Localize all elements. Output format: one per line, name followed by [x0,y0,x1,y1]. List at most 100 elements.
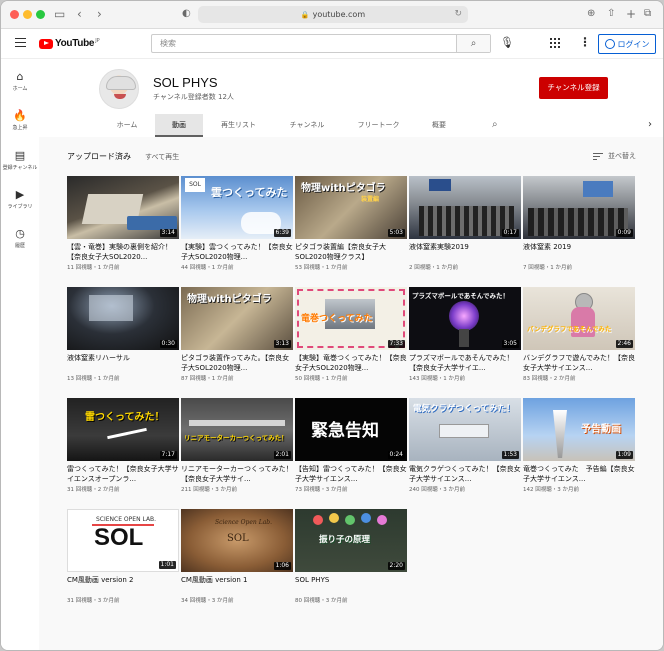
video-title[interactable]: 【実験】雲つくってみた！【奈良女子大SOL2020物理... [181,243,293,262]
video-title[interactable]: CM風動画 version 2 [67,576,179,595]
video-thumbnail[interactable]: 0:09 [523,176,635,239]
tab-home[interactable]: ホーム [99,114,155,137]
video-card[interactable]: Science Open Lab. SOL 1:06 CM風動画 version… [181,509,293,604]
video-title[interactable]: ピタゴラ装置作ってみた。【奈良女子大SOL2020物理... [181,354,293,373]
channel-search-icon[interactable]: ⌕ [492,119,498,130]
address-text: youtube.com [312,10,366,19]
video-title[interactable]: SOL PHYS [295,576,407,595]
video-card[interactable]: 振り子の原理 2:20 SOL PHYS 80 回視聴・3 か月前 [295,509,407,604]
video-thumbnail[interactable]: 3:14 [67,176,179,239]
zoom-window-button[interactable] [36,10,45,19]
video-meta: 83 回視聴・2 か月前 [523,376,576,382]
sidebar-item-home[interactable]: ⌂ ホーム [1,70,39,92]
video-title[interactable]: ピタゴラ装置編【奈良女子大SOL2020物理クラス】 [295,243,407,262]
login-button[interactable]: ログイン [598,34,656,54]
video-card[interactable]: 予告動画 1:09 竜巻つくってみた 予告編【奈良女子大学サイエンス... 14… [523,398,635,493]
video-title[interactable]: 液体窒素実験2019 [409,243,521,262]
tab-discussion[interactable]: フリートーク [340,114,417,137]
thumbnail-subtext: 装置編 [361,196,380,203]
sort-label: 並べ替え [608,152,636,160]
sidebar-item-library[interactable]: ▶ ライブラリ [1,188,39,210]
video-card[interactable]: 0:17 液体窒素実験2019 2 回視聴・1 か月前 [409,176,521,271]
video-thumbnail[interactable]: 雷つくってみた！ 7:17 [67,398,179,461]
video-title[interactable]: 液体窒素リハーサル [67,354,179,373]
search-box[interactable]: 検索 ⌕ [151,34,491,53]
video-title[interactable]: 雷つくってみた！【奈良女子大学サイエンスオープンラ... [67,465,179,484]
video-card[interactable]: 3:14 【雲・竜巻】実験の裏側を紹介！【奈良女子大SOL2020... 11 … [67,176,179,271]
video-card[interactable]: 0:30 液体窒素リハーサル 13 回視聴・1 か月前 [67,287,179,382]
more-options-icon[interactable]: ⋮ [579,35,591,49]
close-window-button[interactable] [10,10,19,19]
video-thumbnail[interactable]: 竜巻つくってみた 7:33 [295,287,407,350]
minimize-window-button[interactable] [23,10,32,19]
privacy-shield-icon[interactable]: ◐ [182,7,191,21]
video-card[interactable]: 緊急告知 0:24 【告知】雷つくってみた！【奈良女子大学サイエンス... 73… [295,398,407,493]
microphone-icon[interactable]: 🎙 [500,36,514,49]
tab-overview-icon[interactable]: ⧉ [644,7,651,21]
video-card[interactable]: 竜巻つくってみた 7:33 【実験】竜巻つくってみた！【奈良女子大SOL2020… [295,287,407,382]
youtube-logo[interactable]: YouTube JP [39,38,100,49]
tab-about[interactable]: 概要 [417,114,461,137]
search-button[interactable]: ⌕ [456,35,490,52]
channel-avatar[interactable] [99,69,139,109]
video-card[interactable]: SCIENCE OPEN LAB. SOL 1:01 CM風動画 version… [67,509,179,604]
tab-videos[interactable]: 動画 [155,114,203,137]
sidebar-item-explore[interactable]: 🔥 急上昇 [1,109,39,131]
video-thumbnail[interactable]: Science Open Lab. SOL 1:06 [181,509,293,572]
video-duration: 1:06 [273,562,291,570]
video-title[interactable]: 竜巻つくってみた 予告編【奈良女子大学サイエンス... [523,465,635,484]
video-card[interactable]: 電気クラゲつくってみた！ 1:53 電気クラゲつくってみた！【奈良女子大学サイエ… [409,398,521,493]
video-thumbnail[interactable]: 物理withピタゴラ 装置編 5:03 [295,176,407,239]
forward-arrow-icon[interactable]: › [97,7,102,21]
video-thumbnail[interactable]: 電気クラゲつくってみた！ 1:53 [409,398,521,461]
video-card[interactable]: 0:09 液体窒素 2019 7 回視聴・1 か月前 [523,176,635,271]
video-duration: 7:33 [387,340,405,348]
video-card[interactable]: バンデグラフであそんでみた 2:46 バンデグラフで遊んでみた！【奈良女子大学サ… [523,287,635,382]
menu-icon[interactable] [15,38,26,47]
video-title[interactable]: 【実験】竜巻つくってみた！【奈良女子大SOL2020物理... [295,354,407,373]
video-title[interactable]: CM風動画 version 1 [181,576,293,595]
tab-playlists[interactable]: 再生リスト [203,114,274,137]
video-thumbnail[interactable]: 緊急告知 0:24 [295,398,407,461]
video-title[interactable]: リニアモーターカーつくってみた！【奈良女子大学サイ... [181,465,293,484]
browser-window: ▭ ‹ › ◐ 🔒 youtube.com ↻ ⊕ ⇧ + ⧉ YouTube J… [0,0,664,651]
video-thumbnail[interactable]: リニアモーターカーつくってみた！ 2:01 [181,398,293,461]
back-arrow-icon[interactable]: ‹ [77,7,82,21]
tab-channels[interactable]: チャンネル [274,114,340,137]
new-tab-icon[interactable]: + [626,7,636,21]
search-input[interactable]: 検索 [160,35,176,52]
video-thumbnail[interactable]: 予告動画 1:09 [523,398,635,461]
apps-grid-icon[interactable] [550,38,560,48]
video-card[interactable]: 雷つくってみた！ 7:17 雷つくってみた！【奈良女子大学サイエンスオープンラ.… [67,398,179,493]
video-title[interactable]: 液体窒素 2019 [523,243,635,262]
sort-button[interactable]: 並べ替え [593,151,636,161]
video-title[interactable]: 【雲・竜巻】実験の裏側を紹介！【奈良女子大SOL2020... [67,243,179,262]
video-title[interactable]: バンデグラフで遊んでみた！【奈良女子大学サイエンス... [523,354,635,373]
video-thumbnail[interactable]: 振り子の原理 2:20 [295,509,407,572]
subscribe-button[interactable]: チャンネル登録 [539,77,608,99]
video-title[interactable]: 【告知】雷つくってみた！【奈良女子大学サイエンス... [295,465,407,484]
video-card[interactable]: プラズマボールであそんでみた！ 3:05 プラズマボールであそんでみた！【奈良女… [409,287,521,382]
video-thumbnail[interactable]: 0:30 [67,287,179,350]
play-all-link[interactable]: すべて再生 [145,152,179,162]
video-thumbnail[interactable]: 物理withピタゴラ 3:13 [181,287,293,350]
video-card[interactable]: リニアモーターカーつくってみた！ 2:01 リニアモーターカーつくってみた！【奈… [181,398,293,493]
address-bar[interactable]: 🔒 youtube.com ↻ [198,6,468,23]
chevron-right-icon[interactable]: › [648,119,652,130]
downloads-icon[interactable]: ⊕ [587,7,595,21]
video-title[interactable]: プラズマボールであそんでみた！【奈良女子大学サイエ... [409,354,521,373]
video-title[interactable]: 電気クラゲつくってみた！【奈良女子大学サイエンス... [409,465,521,484]
video-thumbnail[interactable]: プラズマボールであそんでみた！ 3:05 [409,287,521,350]
video-thumbnail[interactable]: SCIENCE OPEN LAB. SOL 1:01 [67,509,179,572]
share-icon[interactable]: ⇧ [607,7,615,21]
video-card[interactable]: SOL 雲つくってみた 6:39 【実験】雲つくってみた！【奈良女子大SOL20… [181,176,293,271]
sidebar-item-history[interactable]: ◷ 履歴 [1,227,39,249]
reload-icon[interactable]: ↻ [454,6,462,23]
video-thumbnail[interactable]: SOL 雲つくってみた 6:39 [181,176,293,239]
video-thumbnail[interactable]: バンデグラフであそんでみた 2:46 [523,287,635,350]
sidebar-toggle-icon[interactable]: ▭ [54,7,65,21]
sidebar-item-subscriptions[interactable]: ▤ 登録チャンネル [1,149,39,171]
video-thumbnail[interactable]: 0:17 [409,176,521,239]
video-card[interactable]: 物理withピタゴラ 装置編 5:03 ピタゴラ装置編【奈良女子大SOL2020… [295,176,407,271]
video-card[interactable]: 物理withピタゴラ 3:13 ピタゴラ装置作ってみた。【奈良女子大SOL202… [181,287,293,382]
